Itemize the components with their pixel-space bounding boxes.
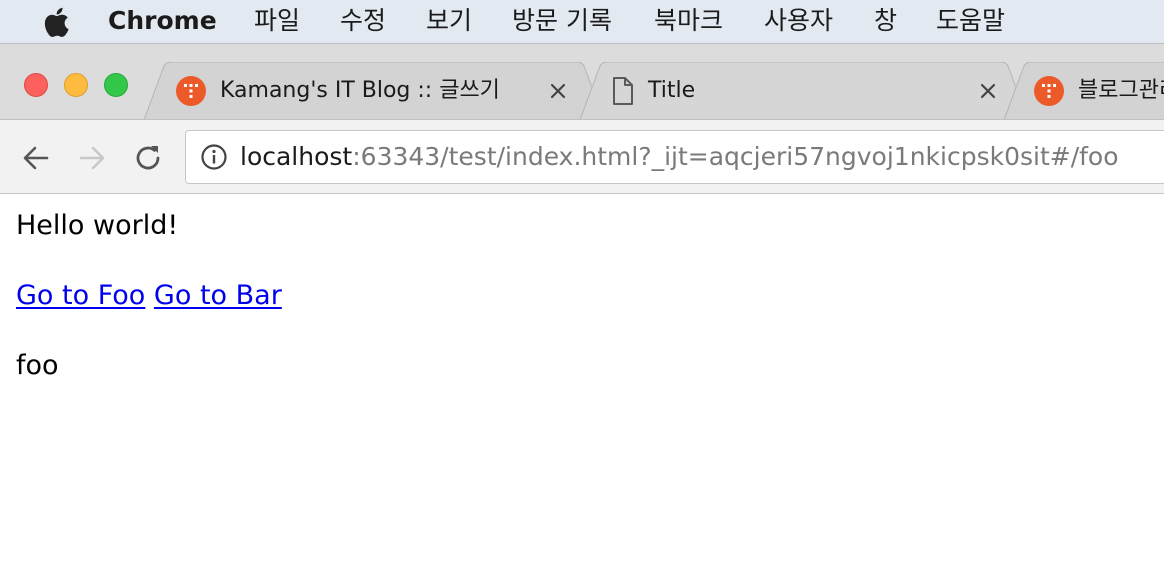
close-tab-icon[interactable] [976,79,1000,103]
menu-history[interactable]: 방문 기록 [512,4,612,38]
close-window-button[interactable] [24,73,48,97]
url-text[interactable]: localhost:63343/test/index.html?_ijt=aqc… [240,141,1119,173]
tab-blog-admin[interactable]: 블로그관리 [1004,62,1164,119]
tab-strip: Kamang's IT Blog :: 글쓰기 Title 블로그관 [0,44,1164,120]
tab-title-page[interactable]: Title [580,62,1028,119]
menu-people[interactable]: 사용자 [764,4,833,38]
site-info-icon[interactable] [200,143,228,171]
go-to-bar-link[interactable]: Go to Bar [154,280,282,311]
close-tab-icon[interactable] [546,79,570,103]
menu-edit[interactable]: 수정 [340,4,386,38]
menu-window[interactable]: 창 [874,4,897,38]
menu-file[interactable]: 파일 [254,4,300,38]
menu-chrome[interactable]: Chrome [108,4,217,38]
url-path: :63343/test/index.html?_ijt=aqcjeri57ngv… [352,142,1119,171]
menu-bookmarks[interactable]: 북마크 [654,4,723,38]
tistory-favicon-icon [176,76,206,106]
page-content: Hello world! Go to Foo Go to Bar foo [0,194,1164,574]
tab-title: 블로그관리 [1078,78,1164,103]
menu-view[interactable]: 보기 [426,4,472,38]
url-host: localhost [240,142,353,171]
router-view-text: foo [16,350,59,381]
forward-arrow-icon[interactable] [75,141,109,175]
tab-title: Title [648,78,696,103]
document-icon [613,77,633,105]
go-to-foo-link[interactable]: Go to Foo [16,280,145,311]
zoom-window-button[interactable] [104,73,128,97]
browser-toolbar: localhost:63343/test/index.html?_ijt=aqc… [0,120,1164,194]
reload-icon[interactable] [131,141,165,175]
nav-links: Go to Foo Go to Bar [16,278,282,314]
address-bar[interactable]: localhost:63343/test/index.html?_ijt=aqc… [185,130,1164,184]
tistory-favicon-icon [1034,76,1064,106]
tab-kamang-blog[interactable]: Kamang's IT Blog :: 글쓰기 [144,62,604,119]
menu-help[interactable]: 도움말 [936,4,1005,38]
back-arrow-icon[interactable] [19,141,53,175]
tab-title: Kamang's IT Blog :: 글쓰기 [220,78,500,103]
menu-bar: Chrome 파일 수정 보기 방문 기록 북마크 사용자 창 도움말 [0,0,1164,44]
apple-logo-icon[interactable] [40,6,70,38]
page-heading: Hello world! [16,210,179,241]
minimize-window-button[interactable] [64,73,88,97]
